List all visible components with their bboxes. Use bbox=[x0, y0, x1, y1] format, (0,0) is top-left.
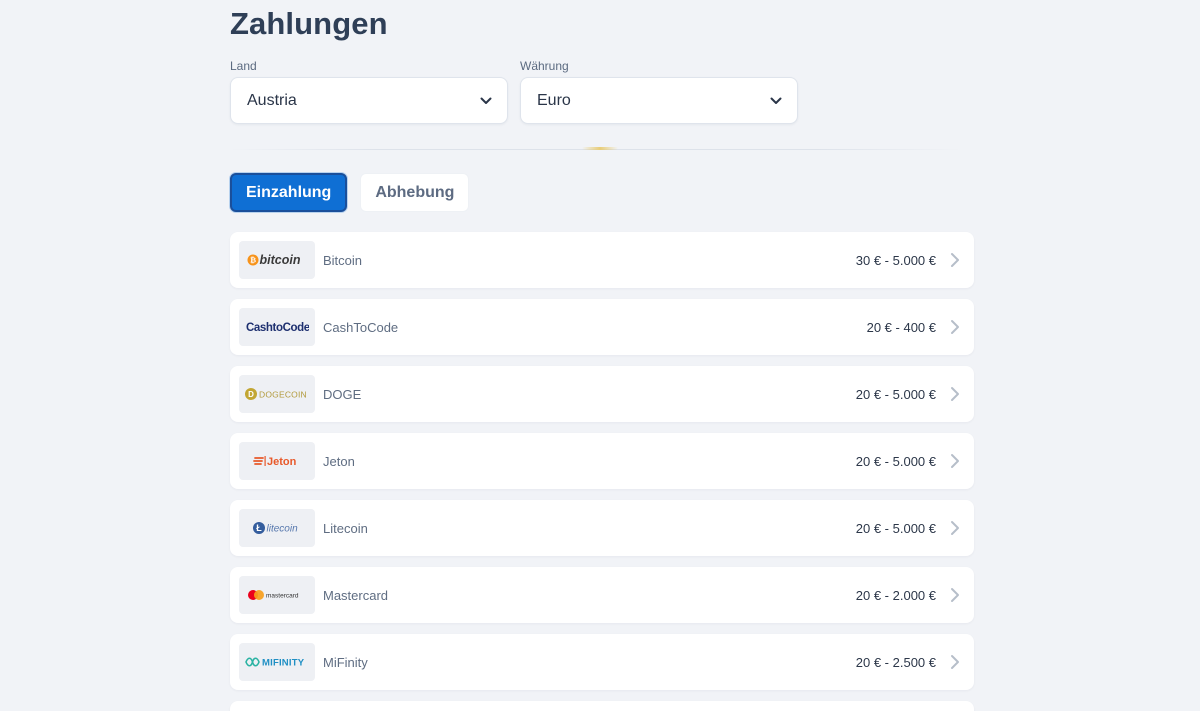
method-range: 30 € - 5.000 € bbox=[855, 252, 936, 268]
mastercard-logo: mastercard bbox=[239, 576, 315, 614]
payment-tabs: Einzahlung Abhebung bbox=[230, 173, 470, 212]
method-range: 20 € - 5.000 € bbox=[855, 453, 936, 469]
country-field: Land Austria bbox=[230, 59, 508, 124]
currency-field: Währung Euro bbox=[520, 59, 798, 124]
chevron-right-icon bbox=[951, 320, 959, 334]
payment-method-row[interactable]: ₿ bitcoin Bitcoin 30 € - 5.000 € bbox=[230, 232, 974, 288]
method-range: 20 € - 5.000 € bbox=[855, 386, 936, 402]
payment-method-row[interactable]: D DOGECOIN DOGE 20 € - 5.000 € bbox=[230, 366, 974, 422]
svg-text:Jeton: Jeton bbox=[267, 456, 297, 468]
currency-value: Euro bbox=[537, 91, 571, 109]
chevron-right-icon bbox=[951, 588, 959, 602]
method-name: DOGE bbox=[323, 386, 362, 402]
tab-withdrawal[interactable]: Abhebung bbox=[360, 173, 470, 212]
chevron-right-icon bbox=[951, 521, 959, 535]
method-name: Jeton bbox=[323, 453, 355, 469]
dogecoin-logo: D DOGECOIN bbox=[239, 375, 315, 413]
currency-label: Währung bbox=[520, 59, 569, 73]
method-range: 20 € - 5.000 € bbox=[855, 520, 936, 536]
payment-method-row[interactable]: CashtoCode CashToCode 20 € - 400 € bbox=[230, 299, 974, 355]
method-name: Mastercard bbox=[323, 587, 389, 603]
payment-method-row[interactable] bbox=[230, 701, 974, 711]
method-name: Bitcoin bbox=[323, 252, 363, 268]
svg-text:D: D bbox=[248, 390, 254, 399]
svg-text:MIFINITY: MIFINITY bbox=[262, 658, 305, 669]
divider-accent bbox=[582, 147, 618, 150]
litecoin-logo: Ł litecoin bbox=[239, 509, 315, 547]
svg-text:₿: ₿ bbox=[250, 256, 256, 265]
method-name: CashToCode bbox=[323, 319, 399, 335]
method-name: MiFinity bbox=[323, 654, 368, 670]
svg-text:bitcoin: bitcoin bbox=[260, 253, 301, 267]
chevron-right-icon bbox=[951, 253, 959, 267]
chevron-down-icon bbox=[480, 97, 492, 104]
svg-text:Ł: Ł bbox=[256, 523, 262, 533]
chevron-right-icon bbox=[951, 387, 959, 401]
currency-select[interactable]: Euro bbox=[520, 77, 798, 124]
mifinity-logo: MIFINITY bbox=[239, 643, 315, 681]
svg-text:mastercard: mastercard bbox=[266, 593, 299, 600]
page-title: Zahlungen bbox=[230, 6, 388, 41]
country-select[interactable]: Austria bbox=[230, 77, 508, 124]
method-name: Litecoin bbox=[323, 520, 368, 536]
svg-text:DOGECOIN: DOGECOIN bbox=[259, 390, 307, 400]
tab-deposit[interactable]: Einzahlung bbox=[230, 173, 348, 212]
payment-methods-list: ₿ bitcoin Bitcoin 30 € - 5.000 € CashtoC… bbox=[230, 232, 974, 711]
cashtocode-logo: CashtoCode bbox=[239, 308, 315, 346]
bitcoin-logo: ₿ bitcoin bbox=[239, 241, 315, 279]
method-range: 20 € - 2.500 € bbox=[855, 654, 936, 670]
chevron-right-icon bbox=[951, 655, 959, 669]
payment-method-row[interactable]: mastercard Mastercard 20 € - 2.000 € bbox=[230, 567, 974, 623]
payment-method-row[interactable]: MIFINITY MiFinity 20 € - 2.500 € bbox=[230, 634, 974, 690]
method-range: 20 € - 2.000 € bbox=[855, 587, 936, 603]
chevron-right-icon bbox=[951, 454, 959, 468]
jeton-logo: Jeton bbox=[239, 442, 315, 480]
method-range: 20 € - 400 € bbox=[866, 319, 936, 335]
payment-method-row[interactable]: Ł litecoin Litecoin 20 € - 5.000 € bbox=[230, 500, 974, 556]
country-value: Austria bbox=[247, 91, 297, 109]
country-label: Land bbox=[230, 59, 257, 73]
svg-text:CashtoCode: CashtoCode bbox=[246, 322, 309, 334]
svg-text:litecoin: litecoin bbox=[267, 524, 299, 535]
chevron-down-icon bbox=[770, 97, 782, 104]
payment-method-row[interactable]: Jeton Jeton 20 € - 5.000 € bbox=[230, 433, 974, 489]
